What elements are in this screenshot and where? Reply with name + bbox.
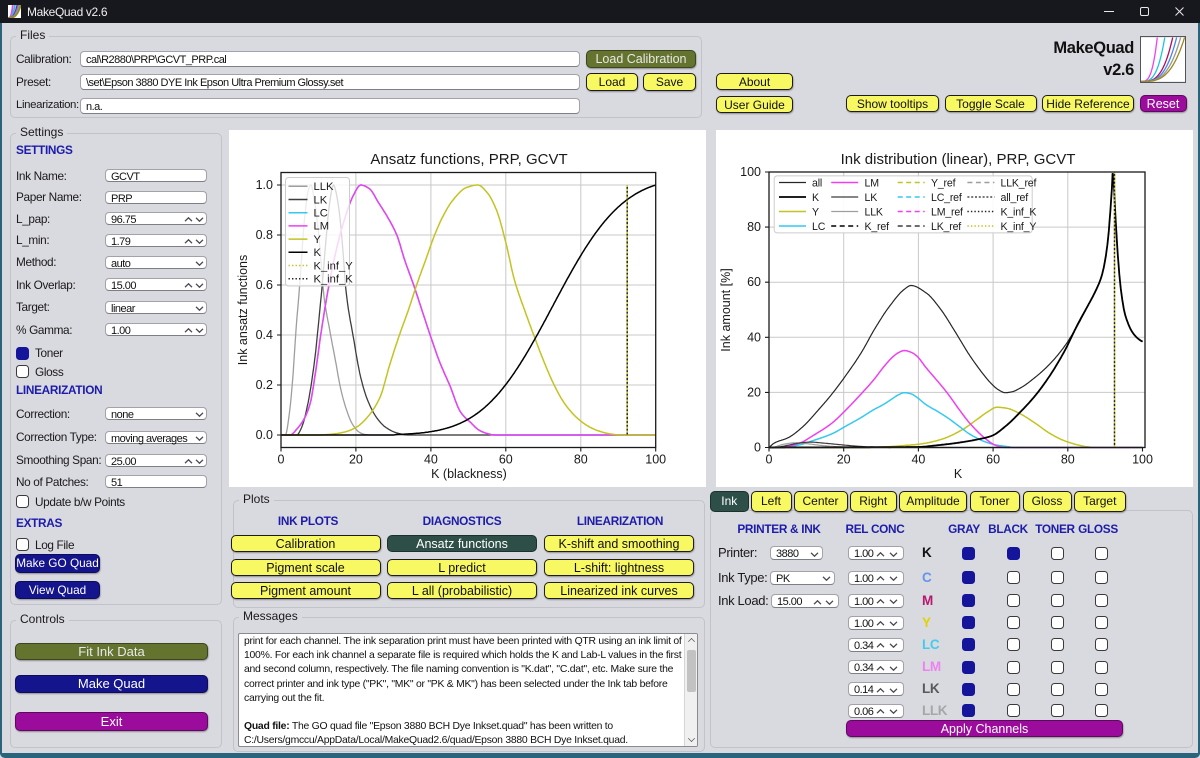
svg-text:K: K (954, 467, 963, 481)
svg-text:LM_ref: LM_ref (931, 206, 963, 218)
svg-text:20: 20 (837, 453, 851, 467)
svg-text:Ink distribution (linear), PRP: Ink distribution (linear), PRP, GCVT (841, 151, 1076, 168)
svg-text:K_inf_K: K_inf_K (1001, 206, 1037, 218)
svg-text:LC: LC (314, 208, 328, 220)
svg-text:Y_ref: Y_ref (931, 177, 956, 189)
svg-text:80: 80 (1061, 453, 1075, 467)
svg-text:LLK_ref: LLK_ref (1001, 177, 1037, 189)
svg-text:Y: Y (314, 234, 322, 246)
svg-text:LM: LM (865, 177, 879, 189)
svg-text:Ink amount [%]: Ink amount [%] (719, 268, 733, 351)
svg-text:40: 40 (424, 453, 438, 467)
svg-text:LK_ref: LK_ref (931, 221, 961, 233)
svg-text:0.4: 0.4 (256, 328, 273, 342)
svg-text:LC: LC (812, 221, 826, 233)
svg-text:0: 0 (278, 453, 285, 467)
svg-text:60: 60 (499, 453, 513, 467)
svg-text:LK: LK (314, 194, 328, 206)
svg-text:80: 80 (747, 220, 761, 234)
svg-text:K: K (314, 247, 322, 259)
svg-text:Ansatz functions, PRP, GCVT: Ansatz functions, PRP, GCVT (370, 151, 567, 168)
svg-text:100: 100 (740, 165, 761, 179)
svg-text:1.0: 1.0 (256, 178, 273, 192)
svg-text:20: 20 (349, 453, 363, 467)
svg-text:100: 100 (1132, 453, 1153, 467)
svg-text:60: 60 (986, 453, 1000, 467)
svg-text:K_inf_K: K_inf_K (314, 274, 354, 286)
svg-text:20: 20 (747, 385, 761, 399)
svg-text:100: 100 (645, 453, 666, 467)
svg-text:Y: Y (812, 206, 819, 218)
svg-text:all_ref: all_ref (1001, 192, 1029, 204)
svg-text:K_inf_Y: K_inf_Y (314, 260, 354, 272)
svg-text:LLK: LLK (314, 181, 334, 193)
svg-text:0: 0 (766, 453, 773, 467)
svg-text:Ink ansatz functions: Ink ansatz functions (236, 255, 250, 365)
svg-text:K: K (812, 192, 819, 204)
svg-text:LK: LK (865, 192, 878, 204)
svg-text:LC_ref: LC_ref (931, 192, 962, 204)
svg-text:0.6: 0.6 (256, 278, 273, 292)
svg-text:K_ref: K_ref (865, 221, 890, 233)
svg-text:LM: LM (314, 221, 330, 233)
svg-text:K (blackness): K (blackness) (431, 467, 507, 481)
svg-text:LLK: LLK (865, 206, 883, 218)
svg-text:0: 0 (754, 441, 761, 455)
svg-text:40: 40 (747, 330, 761, 344)
svg-text:60: 60 (747, 275, 761, 289)
svg-text:0.8: 0.8 (256, 228, 273, 242)
svg-text:80: 80 (574, 453, 588, 467)
svg-text:0.2: 0.2 (256, 378, 273, 392)
svg-text:all: all (812, 177, 822, 189)
svg-text:40: 40 (911, 453, 925, 467)
svg-text:K_inf_Y: K_inf_Y (1001, 221, 1037, 233)
svg-text:0.0: 0.0 (256, 428, 273, 442)
